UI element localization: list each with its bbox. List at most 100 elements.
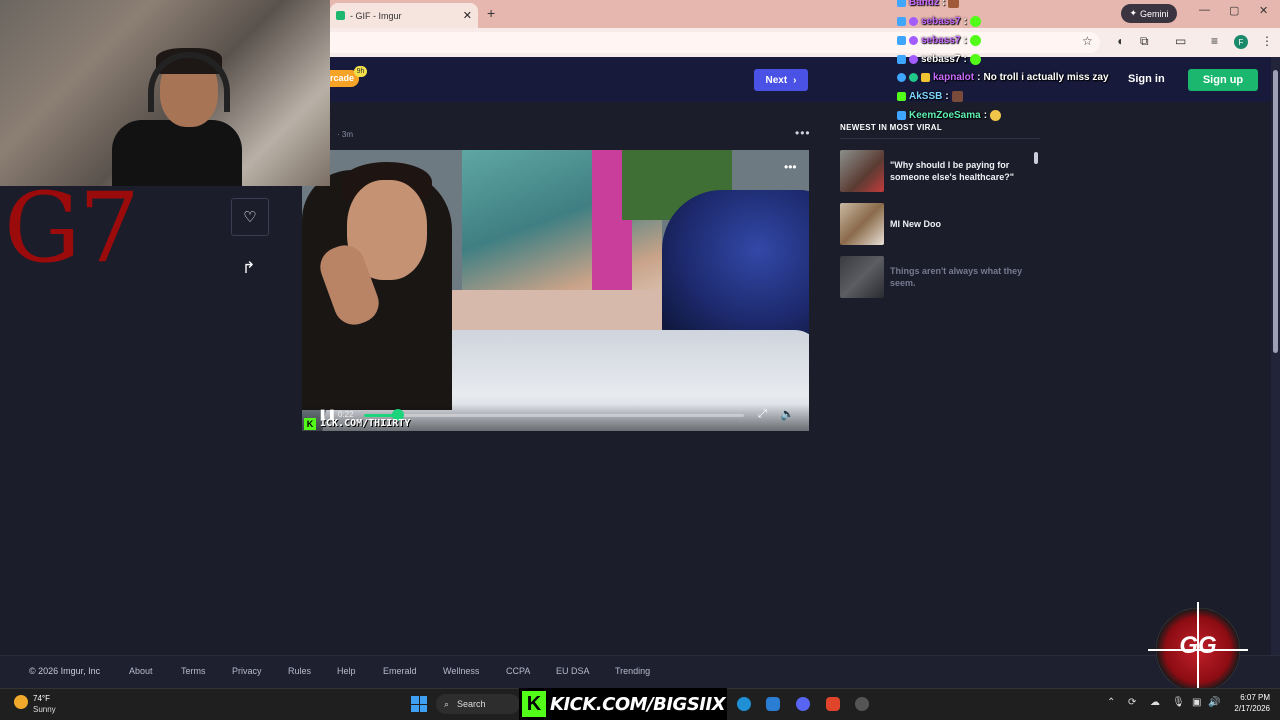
post-options-icon[interactable]: •••	[795, 126, 811, 140]
gemini-label: Gemini	[1140, 8, 1169, 19]
taskbar-clock[interactable]: 6:07 PM 2/17/2026	[1228, 692, 1270, 714]
g7-overlay-text: G7	[4, 172, 140, 284]
chat-message: sebass7:	[897, 35, 981, 46]
fullscreen-icon[interactable]: ⤢	[758, 408, 767, 421]
chat-emote-icon	[990, 110, 1002, 121]
sparkle-icon: ✦	[1129, 8, 1138, 18]
sidebar-post[interactable]: MI New Doo	[840, 202, 1040, 246]
chat-username: sebass7	[921, 16, 961, 27]
chat-emote-icon	[969, 35, 981, 46]
post-thumbnail	[840, 256, 884, 298]
chat-colon: :	[977, 72, 981, 83]
heart-icon[interactable]: ♡	[231, 198, 269, 236]
chat-badge-icon	[921, 73, 930, 82]
chat-badge-icon	[897, 55, 906, 64]
discord-icon[interactable]	[796, 697, 810, 711]
microphone-icon[interactable]: 🎙	[1172, 697, 1185, 708]
post-title: "Why should I be paying for someone else…	[890, 160, 1014, 182]
tab-title: - GIF - Imgur	[350, 10, 402, 21]
network-icon[interactable]: ▣	[1192, 697, 1201, 708]
bookmark-star-icon[interactable]: ☆	[1082, 34, 1093, 48]
chat-username: sebass7	[921, 54, 961, 65]
chat-badge-icon	[897, 0, 906, 7]
page-scrollbar-thumb[interactable]	[1273, 70, 1278, 353]
sidebar-scroll-indicator	[1034, 152, 1038, 164]
address-bar[interactable]	[330, 32, 1100, 53]
app-icon[interactable]	[826, 697, 840, 711]
app-icon[interactable]	[766, 697, 780, 711]
chat-badge-icon	[897, 17, 906, 26]
logo-monogram: GG	[1179, 632, 1217, 659]
clock-time: 6:07 PM	[1240, 693, 1270, 702]
sign-up-button[interactable]: Sign up	[1188, 69, 1258, 91]
chat-badge-icon	[897, 111, 906, 120]
weather-condition[interactable]: Sunny	[33, 705, 56, 714]
sidebar-post[interactable]: "Why should I be paying for someone else…	[840, 149, 1040, 193]
footer-link-emerald[interactable]: Emerald	[383, 666, 417, 676]
chat-emote-icon	[948, 0, 960, 8]
window-minimize-button[interactable]: —	[1199, 4, 1210, 16]
chat-emote-icon	[951, 91, 963, 102]
reading-list-icon[interactable]: ≡	[1211, 34, 1218, 48]
volume-tray-icon[interactable]: 🔊	[1208, 697, 1220, 708]
new-tab-button[interactable]: +	[487, 5, 495, 21]
footer-link-about[interactable]: About	[129, 666, 153, 676]
chat-badge-icon	[897, 73, 906, 82]
audio-icon[interactable]: ◖	[1116, 34, 1123, 48]
chat-emote-icon	[969, 16, 981, 27]
cast-icon[interactable]: ▭	[1175, 34, 1186, 48]
edge-browser-icon[interactable]	[737, 697, 751, 711]
video-progress-track[interactable]	[364, 414, 744, 417]
video-watermark: ICK.COM/THIIRTY	[320, 418, 411, 429]
footer-link-privacy[interactable]: Privacy	[232, 666, 262, 676]
chat-text: No troll i actually miss zay	[983, 72, 1109, 83]
chat-colon: :	[945, 91, 949, 102]
volume-icon[interactable]: 🔈	[780, 407, 795, 421]
chevron-up-icon[interactable]: ⌃	[1107, 697, 1115, 708]
chevron-right-icon: ›	[793, 74, 797, 86]
next-post-button[interactable]: Next ›	[754, 69, 808, 91]
footer-link-eu-dsa[interactable]: EU DSA	[556, 666, 590, 676]
tray-app-icon[interactable]: ⟳	[1128, 697, 1136, 708]
chat-message: KeemZoeSama:	[897, 110, 1002, 121]
post-title: MI New Doo	[890, 219, 941, 229]
arcade-badge: 9h	[354, 66, 367, 77]
tab-close-icon[interactable]: ✕	[463, 9, 472, 22]
footer-link-terms[interactable]: Terms	[181, 666, 206, 676]
chat-message: sebass7:	[897, 16, 981, 27]
chat-badge-icon	[897, 36, 906, 45]
sidebar-post[interactable]: Things aren't always what they seem.	[840, 255, 1040, 299]
video-player[interactable]: ••• ❚❚ 0:22 ⤢ 🔈 ICK.COM/THIIRTY K	[302, 150, 809, 431]
chat-badge-icon	[909, 36, 918, 45]
sidebar-heading: NEWEST IN MOST VIRAL	[840, 123, 942, 132]
footer-link-ccpa[interactable]: CCPA	[506, 666, 530, 676]
profile-avatar[interactable]: F	[1234, 35, 1248, 49]
sign-in-link[interactable]: Sign in	[1128, 73, 1165, 85]
post-thumbnail	[840, 203, 884, 245]
chrome-icon[interactable]	[855, 697, 869, 711]
footer-link-help[interactable]: Help	[337, 666, 356, 676]
chat-colon: :	[983, 110, 988, 121]
cloud-icon[interactable]: ☁	[1150, 697, 1160, 708]
chat-username: kapnalot	[933, 72, 975, 83]
weather-temperature[interactable]: 74°F	[33, 694, 50, 703]
window-maximize-button[interactable]: ▢	[1229, 4, 1239, 17]
gemini-button[interactable]: ✦ Gemini	[1121, 4, 1177, 23]
video-options-icon[interactable]: •••	[784, 160, 797, 174]
taskbar-search[interactable]: ⌕ Search	[436, 694, 520, 714]
windows-start-icon[interactable]	[411, 696, 427, 712]
window-close-button[interactable]: ✕	[1259, 4, 1268, 17]
footer-link-wellness[interactable]: Wellness	[443, 666, 479, 676]
browser-tab[interactable]: - GIF - Imgur ✕	[330, 3, 478, 28]
chat-badge-icon	[909, 73, 918, 82]
extensions-icon[interactable]: ⧉	[1140, 34, 1149, 49]
footer-link-trending[interactable]: Trending	[615, 666, 650, 676]
chat-username: Bandz	[909, 0, 939, 8]
footer-link-rules[interactable]: Rules	[288, 666, 311, 676]
share-icon[interactable]: ↱	[242, 258, 255, 278]
kick-channel-banner: K KICK.COM/BIGSIIX	[519, 688, 727, 720]
browser-menu-icon[interactable]: ⋮	[1261, 34, 1273, 48]
chat-colon: :	[942, 0, 946, 8]
next-label: Next	[765, 74, 788, 86]
sun-icon[interactable]	[14, 695, 28, 709]
